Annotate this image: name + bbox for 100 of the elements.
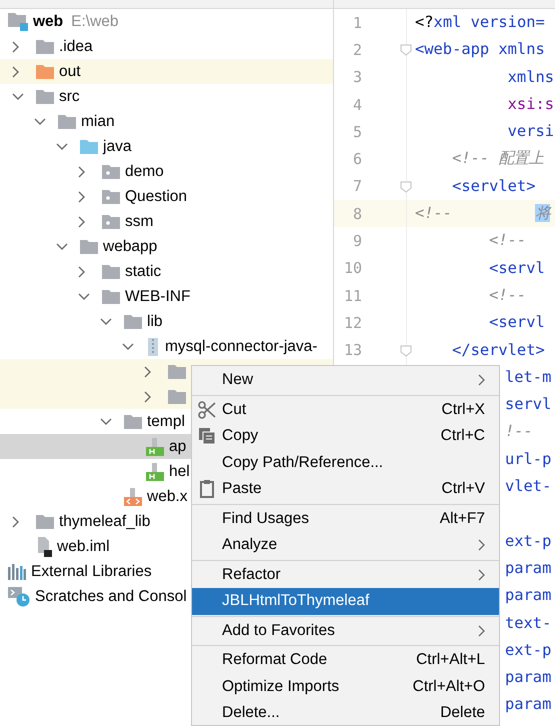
tree-label: WEB-INF <box>125 288 190 306</box>
folder-icon <box>102 190 120 204</box>
shortcut-text: Ctrl+Alt+O <box>412 678 485 696</box>
code-text: !-- <box>505 422 533 440</box>
tree-label: ssm <box>125 212 154 230</box>
line-number: 1 <box>352 14 362 32</box>
folder-icon <box>36 90 54 104</box>
shortcut-text: Alt+F7 <box>440 510 485 528</box>
chevron-down-icon[interactable] <box>78 292 90 300</box>
code-text: ext-p <box>505 640 552 659</box>
clipboard-icon <box>200 480 214 498</box>
tree-item[interactable]: web E:\web <box>0 9 333 34</box>
shortcut-text: Ctrl+Alt+L <box>416 651 485 670</box>
tree-item[interactable]: lib <box>0 309 333 334</box>
menu-item[interactable]: JBLHtmlToThymeleaf <box>192 588 499 614</box>
line-number: 10 <box>342 259 362 278</box>
menu-item[interactable]: Refactor <box>192 562 499 588</box>
chevron-right-icon[interactable] <box>144 390 152 402</box>
code-text: text- <box>505 614 552 632</box>
menu-item[interactable]: Optimize Imports Ctrl+Alt+O <box>192 674 499 700</box>
tree-item[interactable]: webapp <box>0 234 333 259</box>
tree-item[interactable]: src <box>0 84 333 109</box>
menu-item[interactable]: Analyze <box>192 532 499 558</box>
menu-item[interactable]: Paste Ctrl+V <box>192 476 499 502</box>
chevron-down-icon[interactable] <box>56 142 68 150</box>
chevron-right-icon[interactable] <box>78 266 86 278</box>
chevron-down-icon[interactable] <box>12 92 24 100</box>
menu-item[interactable]: Add to Favorites <box>192 618 499 644</box>
tree-label: mysql-connector-java- <box>165 338 318 356</box>
menu-item[interactable]: Delete... Delete <box>192 700 499 726</box>
tree-label: webapp <box>103 238 158 256</box>
code-text: let-m <box>505 368 552 386</box>
html-file-icon <box>146 438 164 456</box>
tree-label: ap <box>169 438 186 456</box>
tree-label: hel <box>169 462 190 480</box>
code-text: param <box>505 668 552 686</box>
code-text: <servl <box>488 258 545 277</box>
code-text: <? <box>415 13 434 31</box>
code-text: <servl <box>488 313 545 332</box>
folder-icon <box>124 414 142 428</box>
tree-item[interactable]: ssm <box>0 209 333 234</box>
cut-icon <box>198 400 216 419</box>
tree-item[interactable]: static <box>0 259 333 284</box>
tree-item[interactable]: .idea <box>0 34 333 59</box>
chevron-right-icon[interactable] <box>78 190 86 202</box>
chevron-right-icon[interactable] <box>12 516 20 528</box>
tree-label: thymeleaf_lib <box>59 512 150 530</box>
menu-item[interactable]: Reformat Code Ctrl+Alt+L <box>192 647 499 674</box>
shortcut-text: Ctrl+V <box>442 480 485 498</box>
code-text: xml version= <box>434 13 545 31</box>
menu-item[interactable]: New <box>192 367 499 394</box>
code-text: <!-- <box>488 286 526 304</box>
chevron-right-icon[interactable] <box>144 366 152 378</box>
tree-label: java <box>103 138 132 156</box>
chevron-right-icon[interactable] <box>78 216 86 228</box>
menu-item[interactable]: Cut Ctrl+X <box>192 396 499 423</box>
chevron-down-icon[interactable] <box>100 318 112 326</box>
code-text: <servlet> <box>451 176 536 195</box>
folder-icon <box>102 214 120 228</box>
tree-item[interactable]: mysql-connector-java- <box>0 334 333 359</box>
copy-icon <box>199 428 215 444</box>
chevron-down-icon[interactable] <box>122 342 134 350</box>
tree-label: demo <box>125 162 164 180</box>
chevron-down-icon[interactable] <box>100 418 112 426</box>
file-icon <box>36 536 52 556</box>
line-number: 3 <box>352 68 362 86</box>
code-text: <web-app xmlns <box>415 40 545 58</box>
chevron-right-icon[interactable] <box>12 66 20 78</box>
shortcut-text: Ctrl+C <box>440 427 485 446</box>
tree-item[interactable]: Question <box>0 184 333 209</box>
tree-item[interactable]: demo <box>0 159 333 184</box>
tree-label: out <box>59 62 81 80</box>
chevron-right-icon[interactable] <box>78 166 86 178</box>
folder-icon <box>80 240 98 254</box>
chevron-down-icon[interactable] <box>56 242 68 250</box>
tree-item[interactable]: WEB-INF <box>0 284 333 309</box>
folder-icon <box>102 290 120 304</box>
line-number: 7 <box>352 177 362 196</box>
folder-icon <box>80 140 98 154</box>
code-text: param <box>505 695 552 714</box>
folder-icon <box>36 514 54 528</box>
xml-file-icon <box>124 488 142 506</box>
code-text: param <box>505 586 552 604</box>
chevron-right-icon[interactable] <box>12 40 20 52</box>
line-number: 4 <box>352 96 362 114</box>
code-text: ext-p <box>505 532 552 550</box>
line-number: 6 <box>352 150 362 168</box>
folder-icon <box>102 164 120 178</box>
code-text: <!-- <box>488 231 526 250</box>
tree-label: .idea <box>59 38 93 56</box>
tree-label: static <box>125 262 162 280</box>
chevron-down-icon[interactable] <box>34 118 46 126</box>
line-number: 9 <box>352 232 362 250</box>
html-file-icon <box>146 462 164 480</box>
line-number: 13 <box>342 341 362 360</box>
archive-icon <box>146 338 160 356</box>
tree-item[interactable]: mian <box>0 109 333 134</box>
menu-item[interactable]: Find Usages Alt+F7 <box>192 506 499 532</box>
tree-item[interactable]: out <box>0 59 333 84</box>
tree-item[interactable]: java <box>0 134 333 159</box>
